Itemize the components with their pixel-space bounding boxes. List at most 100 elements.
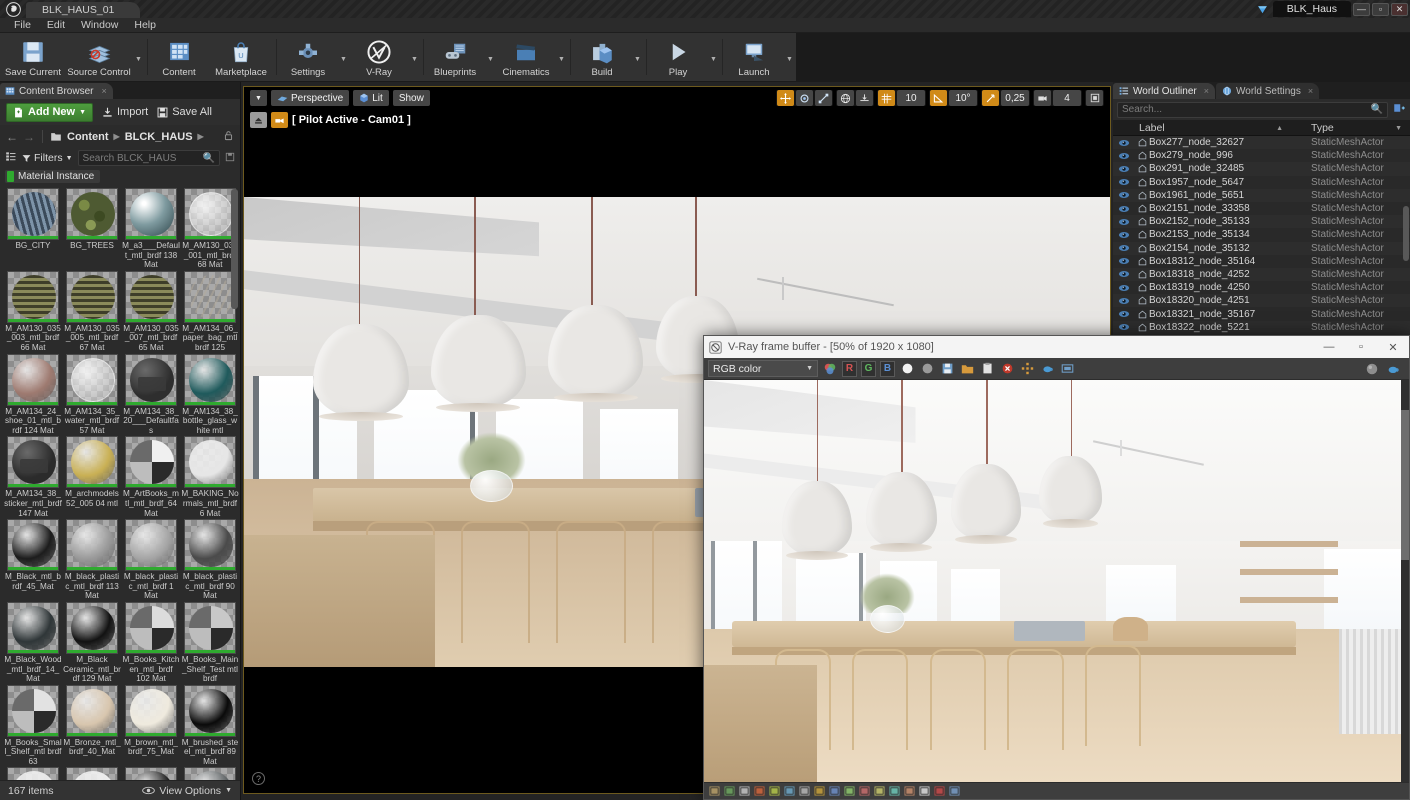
lut-icon[interactable] — [812, 785, 826, 798]
filter-list-icon[interactable] — [5, 151, 17, 165]
close-icon[interactable]: × — [1308, 86, 1313, 96]
save-all-button[interactable]: Save All — [157, 106, 212, 118]
asset-tile[interactable]: M_AM130_035_005_mtl_brdf 67 Mat — [63, 271, 121, 353]
vignette-icon[interactable] — [872, 785, 886, 798]
eye-icon[interactable] — [1113, 244, 1135, 252]
close-button[interactable]: ✕ — [1391, 3, 1408, 16]
eye-icon[interactable] — [1113, 284, 1135, 292]
asset-tile[interactable]: M_a3___Default_mtl_brdf 138 Mat — [122, 188, 180, 270]
toolbar-build-button[interactable]: Build — [573, 33, 631, 81]
save-search-icon[interactable] — [225, 152, 235, 165]
toolbar-marketplace-button[interactable]: UMarketplace — [208, 33, 274, 81]
viewport-camera-speed-value[interactable]: 4 — [1053, 90, 1081, 106]
asset-tile[interactable]: BG_TREES — [63, 188, 121, 270]
vray-teapot-icon[interactable] — [1385, 361, 1401, 377]
viewport-world-coords-icon[interactable] — [837, 90, 854, 106]
toolbar-v-ray-dropdown[interactable]: ▼ — [408, 33, 421, 81]
toolbar-settings-dropdown[interactable]: ▼ — [337, 33, 350, 81]
menu-help[interactable]: Help — [126, 19, 164, 31]
asset-grid-scrollbar[interactable] — [231, 189, 238, 309]
eye-icon[interactable] — [1113, 218, 1135, 226]
viewport-scale-value[interactable]: 0,25 — [1001, 90, 1029, 106]
asset-tile[interactable]: M_AM134_35_water_mtl_brdf 57 Mat — [63, 354, 121, 436]
asset-thumbnail[interactable] — [7, 602, 59, 654]
asset-thumbnail[interactable] — [184, 685, 236, 737]
viewport-help-icon[interactable]: ? — [252, 772, 265, 785]
filter-chip-material-instance[interactable]: Material Instance — [5, 170, 100, 183]
eye-icon[interactable] — [1113, 270, 1135, 278]
channel-r-button[interactable]: R — [842, 361, 857, 377]
viewport-surface-snap-icon[interactable] — [856, 90, 873, 106]
vray-minimize-button[interactable]: — — [1313, 336, 1345, 358]
color-channels-icon[interactable] — [822, 361, 838, 377]
outliner-row[interactable]: Box291_node_32485StaticMeshActor — [1113, 162, 1410, 175]
viewport-scale-snap-icon[interactable] — [982, 90, 999, 106]
toolbar-play-dropdown[interactable]: ▼ — [707, 33, 720, 81]
asset-thumbnail[interactable] — [66, 519, 118, 571]
asset-thumbnail[interactable] — [66, 767, 118, 780]
asset-tile[interactable] — [63, 767, 121, 780]
asset-thumbnail[interactable] — [66, 188, 118, 240]
outliner-row[interactable]: Box2153_node_35134StaticMeshActor — [1113, 228, 1410, 241]
asset-tile[interactable] — [4, 767, 62, 780]
viewport-maximize-viewport-icon[interactable] — [1086, 90, 1103, 106]
toolbar-save-current-button[interactable]: Save Current — [0, 33, 66, 81]
toolbar-launch-dropdown[interactable]: ▼ — [783, 33, 796, 81]
asset-tile[interactable]: M_Books_Small_Shelf_mtl brdf 63 — [4, 685, 62, 767]
toolbar-launch-button[interactable]: Launch — [725, 33, 783, 81]
vray-teapot-icon[interactable] — [1039, 361, 1055, 377]
eye-icon[interactable] — [1113, 310, 1135, 318]
viewport-scale-icon[interactable] — [815, 90, 832, 106]
breadcrumb-blck-haus[interactable]: BLCK_HAUS — [125, 131, 193, 143]
toolbar-source-control-dropdown[interactable]: ▼ — [132, 33, 145, 81]
project-tab[interactable]: BLK_HAUS_01 — [26, 2, 140, 18]
monochrome-icon[interactable] — [919, 361, 935, 377]
eye-icon[interactable] — [1113, 297, 1135, 305]
force-color-clamp-icon[interactable] — [707, 785, 721, 798]
asset-thumbnail[interactable] — [184, 271, 236, 323]
asset-tile[interactable]: M_AM134_38_bottle_glass_white mtl — [181, 354, 239, 436]
asset-thumbnail[interactable] — [66, 271, 118, 323]
toolbar-source-control-button[interactable]: Source Control — [66, 33, 132, 81]
viewport-camera-speed-icon[interactable] — [1034, 90, 1051, 106]
eye-icon[interactable] — [1113, 257, 1135, 265]
asset-tile[interactable]: M_BAKING_Normals_mtl_brdf 6 Mat — [181, 436, 239, 518]
menu-edit[interactable]: Edit — [39, 19, 73, 31]
toolbar-cinematics-dropdown[interactable]: ▼ — [555, 33, 568, 81]
open-image-icon[interactable] — [959, 361, 975, 377]
asset-thumbnail[interactable] — [7, 519, 59, 571]
hue-saturation-icon[interactable] — [767, 785, 781, 798]
vfb-history-icon[interactable] — [1059, 361, 1075, 377]
eye-icon[interactable] — [1113, 191, 1135, 199]
back-button[interactable]: ← — [6, 130, 18, 144]
horizontal-icon[interactable] — [902, 785, 916, 798]
outliner-row[interactable]: Box2152_node_35133StaticMeshActor — [1113, 215, 1410, 228]
asset-thumbnail[interactable] — [7, 271, 59, 323]
curve-icon[interactable] — [797, 785, 811, 798]
asset-thumbnail[interactable] — [184, 519, 236, 571]
asset-thumbnail[interactable] — [125, 436, 177, 488]
tab-world-settings[interactable]: World Settings × — [1216, 83, 1319, 99]
toolbar-settings-button[interactable]: Settings — [279, 33, 337, 81]
asset-tile[interactable]: M_AM134_38_sticker_mtl_brdf 147 Mat — [4, 436, 62, 518]
vray-frame-buffer-window[interactable]: V-Ray frame buffer - [50% of 1920 x 1080… — [703, 335, 1410, 800]
menu-file[interactable]: File — [6, 19, 39, 31]
breadcrumb-content[interactable]: Content — [67, 131, 109, 143]
asset-tile[interactable]: M_Books_Main_Shelf_Test mtl brdf — [181, 602, 239, 684]
viewport-grid-snap-icon[interactable] — [878, 90, 895, 106]
asset-thumbnail[interactable] — [66, 436, 118, 488]
asset-tile[interactable]: M_AM134_24_shoe_01_mtl_brdf 124 Mat — [4, 354, 62, 436]
asset-tile[interactable]: M_AM130_035_007_mtl_brdf 65 Mat — [122, 271, 180, 353]
stop-render-icon[interactable] — [999, 361, 1015, 377]
asset-thumbnail[interactable] — [125, 354, 177, 406]
color-corrections-icon[interactable] — [722, 785, 736, 798]
outliner-row[interactable]: Box18321_node_35167StaticMeshActor — [1113, 307, 1410, 320]
toolbar-blueprints-button[interactable]: Blueprints — [426, 33, 484, 81]
region-render-icon[interactable] — [1019, 361, 1035, 377]
asset-thumbnail[interactable] — [7, 354, 59, 406]
white-balance-icon[interactable] — [899, 361, 915, 377]
asset-thumbnail[interactable] — [184, 188, 236, 240]
asset-thumbnail[interactable] — [184, 436, 236, 488]
asset-thumbnail[interactable] — [184, 354, 236, 406]
asset-search-input[interactable]: Search BLCK_HAUS 🔍 — [78, 150, 220, 166]
